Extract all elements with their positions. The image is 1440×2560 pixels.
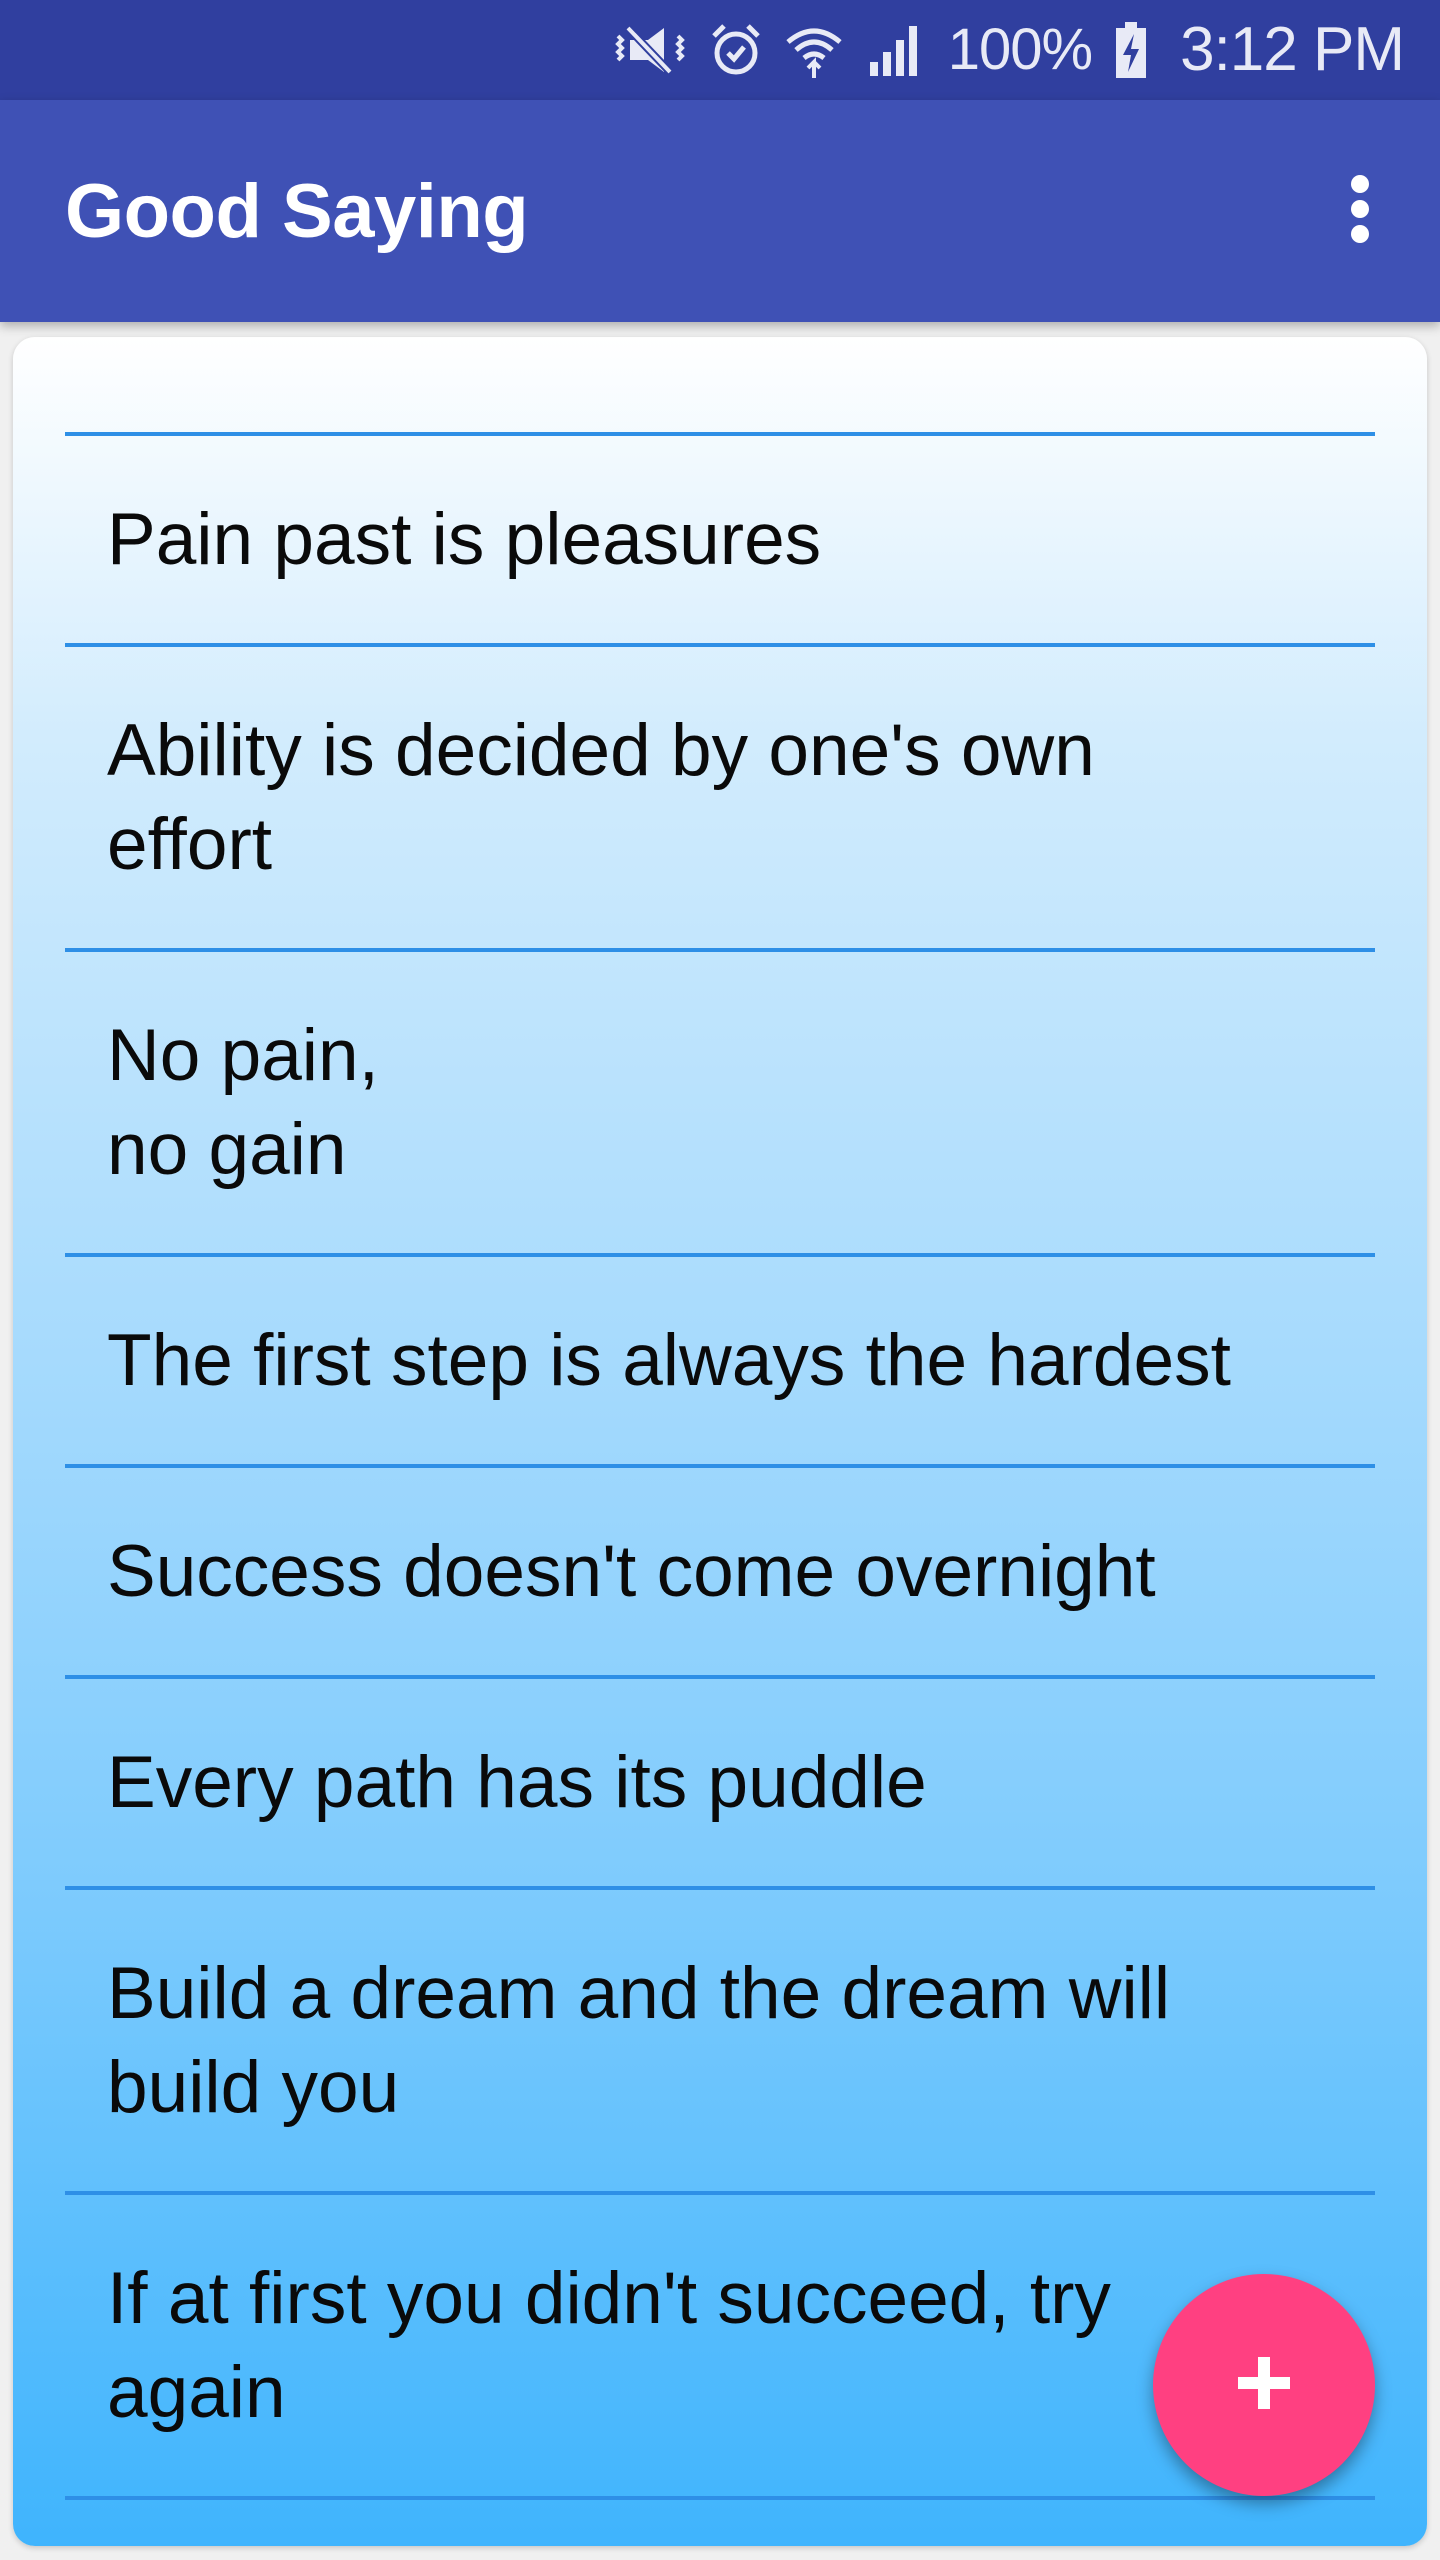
signal-icon: [866, 22, 926, 78]
sayings-list: Pain past is pleasures Ability is decide…: [65, 432, 1375, 2500]
saying-item[interactable]: Build a dream and the dream will build y…: [65, 1890, 1375, 2195]
plus-icon: [1236, 2355, 1292, 2416]
saying-item[interactable]: Every path has its puddle: [65, 1679, 1375, 1890]
app-bar: Good Saying: [0, 100, 1440, 322]
sayings-card: Pain past is pleasures Ability is decide…: [13, 337, 1427, 2546]
saying-item[interactable]: Success doesn't come overnight: [65, 1468, 1375, 1679]
alarm-icon: [710, 22, 762, 78]
app-title: Good Saying: [65, 168, 529, 254]
saying-item[interactable]: Pain past is pleasures: [65, 436, 1375, 647]
vibrate-mute-icon: [612, 22, 688, 78]
status-clock: 3:12 PM: [1180, 15, 1405, 84]
saying-item[interactable]: The first step is always the hardest: [65, 1257, 1375, 1468]
status-bar: 100% 3:12 PM: [0, 0, 1440, 100]
saying-item[interactable]: Ability is decided by one's own effort: [65, 647, 1375, 952]
add-saying-button[interactable]: [1153, 2274, 1375, 2496]
battery-charging-icon: [1114, 22, 1148, 78]
overflow-menu-button[interactable]: [1300, 151, 1420, 271]
wifi-icon: [784, 22, 844, 78]
battery-percent: 100%: [947, 17, 1093, 82]
more-vert-icon: [1348, 174, 1372, 249]
status-icons: 100% 3:12 PM: [612, 0, 1405, 100]
saying-item[interactable]: No pain, no gain: [65, 952, 1375, 1257]
